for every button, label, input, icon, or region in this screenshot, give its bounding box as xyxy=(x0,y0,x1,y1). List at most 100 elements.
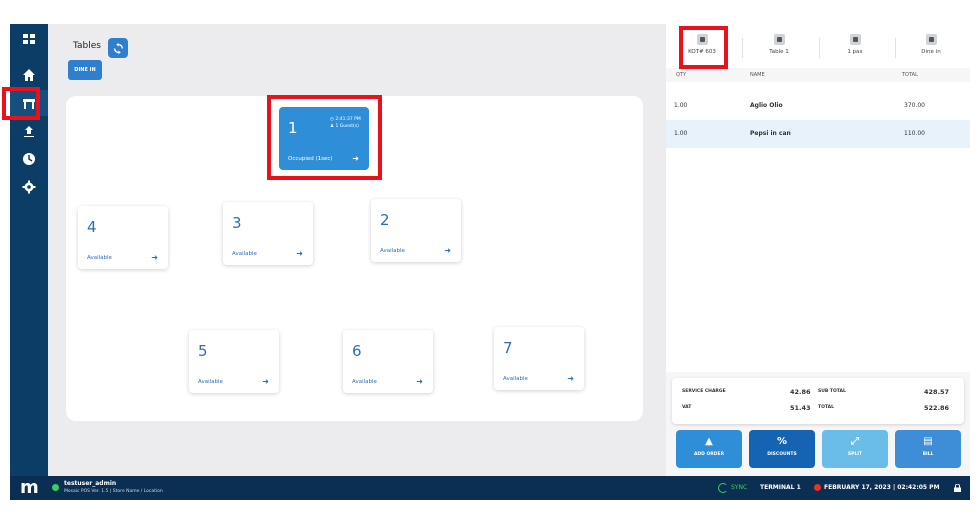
person-icon xyxy=(849,34,861,45)
main-area: Tables DINE IN 1 ◷ 2:41:37 PM ♟ 1 Guest(… xyxy=(48,24,666,476)
status-dot xyxy=(814,484,821,491)
table-number: 3 xyxy=(232,214,242,232)
bill-icon: ▤ xyxy=(923,436,933,447)
order-panel: KOT# 603 Table 1 1 pax Dine in QTY NAME … xyxy=(666,24,970,476)
item-qty: 1.00 xyxy=(674,130,688,137)
discounts-label: DISCOUNTS xyxy=(767,452,797,457)
table-card-3[interactable]: 3 Available ➜ xyxy=(223,202,313,265)
table-time: 2:41:37 PM xyxy=(335,117,361,122)
tab-dine-in-label: Dine in xyxy=(921,49,941,55)
table-status: Available xyxy=(503,376,528,382)
table-card-7[interactable]: 7 Available ➜ xyxy=(494,327,584,390)
dine-in-filter[interactable]: DINE IN xyxy=(68,60,102,80)
table-card-6[interactable]: 6 Available ➜ xyxy=(343,330,433,393)
table-number: 1 xyxy=(288,119,298,137)
table-card-2[interactable]: 2 Available ➜ xyxy=(371,199,461,262)
sidebar xyxy=(10,24,48,476)
item-total: 370.00 xyxy=(904,102,925,109)
service-charge-value: 42.86 xyxy=(790,388,811,396)
split-label: SPLIT xyxy=(847,452,863,457)
status-bar: m testuser_admin Mosaic POS Ver. 1.5 | S… xyxy=(10,476,970,500)
sidebar-item-tables[interactable] xyxy=(10,90,48,116)
table-icon xyxy=(23,99,35,109)
order-info-tabs: KOT# 603 Table 1 1 pax Dine in xyxy=(666,24,970,68)
grid-icon xyxy=(23,34,35,44)
table-card-5[interactable]: 5 Available ➜ xyxy=(189,330,279,393)
home-icon xyxy=(23,69,35,81)
terminal-label: TERMINAL 1 xyxy=(760,484,801,491)
dine-in-icon xyxy=(925,34,937,45)
lock-icon[interactable] xyxy=(954,484,961,492)
tab-table[interactable]: Table 1 xyxy=(749,34,809,64)
version-location: Mosaic POS Ver. 1.5 | Store Name / Locat… xyxy=(64,489,163,494)
total-value: 522.86 xyxy=(924,404,950,412)
arrow-right-icon: ➜ xyxy=(352,154,359,163)
app-logo: m xyxy=(20,477,39,498)
refresh-icon xyxy=(113,42,123,54)
sidebar-item-settings[interactable] xyxy=(10,174,48,200)
arrow-right-icon: ➜ xyxy=(151,253,158,262)
table-status: Available xyxy=(232,251,257,257)
floor-plan: 1 ◷ 2:41:37 PM ♟ 1 Guest(s) Occupied (1s… xyxy=(66,96,643,421)
service-charge-label: SERVICE CHARGE xyxy=(682,389,726,394)
total-label: TOTAL xyxy=(818,405,834,410)
order-table-header: QTY NAME TOTAL xyxy=(666,68,970,82)
tab-kot[interactable]: KOT# 603 xyxy=(672,34,732,64)
table-status: Available xyxy=(198,379,223,385)
col-qty: QTY xyxy=(676,72,687,78)
item-qty: 1.00 xyxy=(674,102,688,109)
gear-icon xyxy=(22,180,36,194)
tab-pax-label: 1 pax xyxy=(847,49,863,55)
person-icon: ♟ xyxy=(330,124,335,129)
tab-divider xyxy=(742,38,743,58)
table-number: 2 xyxy=(380,211,390,229)
table-status: Available xyxy=(87,255,112,261)
table-status: Available xyxy=(352,379,377,385)
table-number: 7 xyxy=(503,339,513,357)
item-name: Aglio Olio xyxy=(750,102,783,109)
refresh-button[interactable] xyxy=(108,38,128,58)
table-number: 5 xyxy=(198,342,208,360)
order-item-row[interactable]: 1.00 Aglio Olio 370.00 xyxy=(666,92,970,120)
split-icon: ⤢ xyxy=(851,436,859,447)
tab-divider xyxy=(895,38,896,58)
arrow-right-icon: ➜ xyxy=(567,374,574,383)
online-status-dot xyxy=(52,484,59,491)
arrow-right-icon: ➜ xyxy=(296,249,303,258)
table-card-4[interactable]: 4 Available ➜ xyxy=(78,206,168,269)
table-status: Available xyxy=(380,248,405,254)
sidebar-item-home[interactable] xyxy=(10,62,48,88)
order-item-row[interactable]: 1.00 Pepsi in can 110.00 xyxy=(666,120,970,148)
sidebar-item-history[interactable] xyxy=(10,146,48,172)
percent-icon: % xyxy=(776,436,788,447)
sidebar-item-reports[interactable] xyxy=(10,118,48,144)
bill-button[interactable]: ▤ BILL xyxy=(895,430,961,468)
tab-pax[interactable]: 1 pax xyxy=(825,34,885,64)
sub-total-label: SUB TOTAL xyxy=(818,389,846,394)
chair-icon xyxy=(773,34,785,45)
sync-label[interactable]: SYNC xyxy=(731,484,747,491)
sub-total-value: 428.57 xyxy=(924,388,950,396)
add-order-icon: ▲ xyxy=(705,436,713,447)
add-order-label: ADD ORDER xyxy=(693,452,725,457)
arrow-right-icon: ➜ xyxy=(416,377,423,386)
user-name: testuser_admin xyxy=(64,480,117,487)
split-button[interactable]: ⤢ SPLIT xyxy=(822,430,888,468)
table-card-1[interactable]: 1 ◷ 2:41:37 PM ♟ 1 Guest(s) Occupied (1s… xyxy=(279,107,369,170)
page-title: Tables xyxy=(73,41,101,51)
sync-icon[interactable] xyxy=(718,483,728,493)
bill-label: BILL xyxy=(922,452,934,457)
arrow-right-icon: ➜ xyxy=(262,377,269,386)
order-summary: SERVICE CHARGE 42.86 SUB TOTAL 428.57 VA… xyxy=(672,378,964,424)
item-total: 110.00 xyxy=(904,130,925,137)
date-time: FEBRUARY 17, 2023 | 02:42:05 PM xyxy=(824,484,940,491)
inventory-icon xyxy=(24,126,34,137)
sidebar-item-menu[interactable] xyxy=(10,26,48,52)
add-order-button[interactable]: ▲ ADD ORDER xyxy=(676,430,742,468)
arrow-right-icon: ➜ xyxy=(444,246,451,255)
tab-dine-in[interactable]: Dine in xyxy=(901,34,961,64)
vat-label: VAT xyxy=(682,405,692,410)
tab-table-label: Table 1 xyxy=(769,49,789,55)
discounts-button[interactable]: % DISCOUNTS xyxy=(749,430,815,468)
col-total: TOTAL xyxy=(902,72,918,78)
